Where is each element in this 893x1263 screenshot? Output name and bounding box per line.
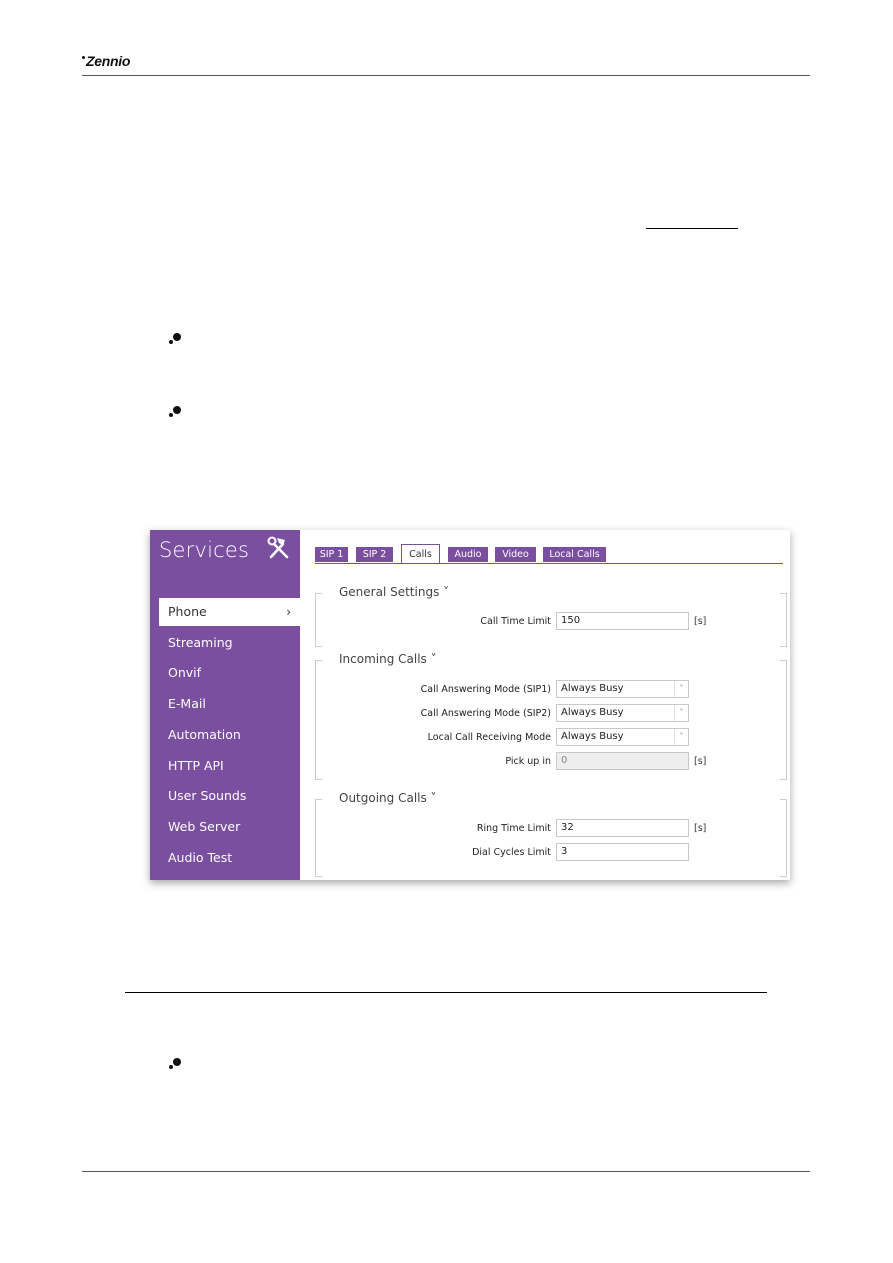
pick-up-in-input: 0	[556, 752, 689, 770]
select-value: Always Busy	[561, 683, 624, 694]
tab-sip2[interactable]: SIP 2	[356, 547, 393, 562]
tab-audio[interactable]: Audio	[448, 547, 488, 562]
form-row: Dial Cycles Limit 3	[315, 843, 787, 863]
sidebar-item-onvif[interactable]: Onvif	[159, 659, 300, 687]
form-row: Call Answering Mode (SIP1) Always Busy ˅	[315, 680, 787, 700]
call-time-limit-input[interactable]: 150	[556, 612, 689, 630]
logo-dot-icon	[82, 56, 85, 59]
sidebar-item-web-server[interactable]: Web Server	[159, 813, 300, 841]
field-label: Call Time Limit	[480, 616, 551, 627]
call-answering-mode-sip2-select[interactable]: Always Busy ˅	[556, 704, 689, 722]
tab-calls[interactable]: Calls	[401, 544, 440, 564]
brand-name: Zennio	[86, 53, 131, 69]
tab-bar-underline	[315, 563, 783, 564]
tab-sip1[interactable]: SIP 1	[315, 547, 348, 562]
unit-label: [s]	[694, 823, 707, 834]
sidebar-item-label: Phone	[168, 604, 207, 619]
sidebar-item-audio-test[interactable]: Audio Test	[159, 844, 300, 872]
sidebar-item-http-api[interactable]: HTTP API	[159, 752, 300, 780]
form-row: Pick up in 0 [s]	[315, 752, 787, 772]
sidebar-item-automation[interactable]: Automation	[159, 721, 300, 749]
sidebar-item-phone[interactable]: Phone ›	[159, 598, 300, 626]
group-title[interactable]: Outgoing Calls ˅	[337, 791, 439, 805]
local-call-receiving-mode-select[interactable]: Always Busy ˅	[556, 728, 689, 746]
chevron-down-icon[interactable]: ˅	[674, 729, 688, 745]
bullet-icon	[169, 406, 183, 420]
select-value: Always Busy	[561, 707, 624, 718]
field-label: Call Answering Mode (SIP2)	[420, 708, 551, 719]
footer-divider	[82, 1171, 810, 1172]
field-label: Pick up in	[505, 756, 551, 767]
group-title[interactable]: General Settings ˅	[337, 585, 452, 599]
select-value: Always Busy	[561, 731, 624, 742]
tab-video[interactable]: Video	[495, 547, 536, 562]
unit-label: [s]	[694, 616, 707, 627]
chevron-right-icon: ›	[286, 605, 291, 619]
dial-cycles-limit-input[interactable]: 3	[556, 843, 689, 861]
bullet-icon	[169, 333, 183, 347]
sidebar-item-user-sounds[interactable]: User Sounds	[159, 782, 300, 810]
content-pane: SIP 1 SIP 2 Calls Audio Video Local Call…	[300, 530, 790, 880]
chevron-down-icon[interactable]: ˅	[674, 681, 688, 697]
form-row: Call Time Limit 150 [s]	[315, 612, 787, 632]
field-label: Ring Time Limit	[476, 823, 551, 834]
bullet-icon	[169, 1058, 183, 1072]
sidebar-item-email[interactable]: E-Mail	[159, 690, 300, 718]
field-label: Local Call Receiving Mode	[427, 732, 551, 743]
group-general-settings: General Settings ˅ Call Time Limit 150 […	[314, 585, 788, 647]
ring-time-limit-input[interactable]: 32	[556, 819, 689, 837]
hyperlink-underline[interactable]	[646, 228, 738, 229]
web-interface-screenshot: Services Phone › Streaming Onvif E-Mail …	[150, 530, 790, 880]
unit-label: [s]	[694, 756, 707, 767]
field-label: Dial Cycles Limit	[472, 847, 551, 858]
field-label: Call Answering Mode (SIP1)	[420, 684, 551, 695]
section-divider	[125, 992, 767, 993]
form-row: Local Call Receiving Mode Always Busy ˅	[315, 728, 787, 748]
brand-logo: Zennio	[82, 53, 130, 69]
group-title[interactable]: Incoming Calls ˅	[337, 652, 439, 666]
call-answering-mode-sip1-select[interactable]: Always Busy ˅	[556, 680, 689, 698]
tools-icon	[267, 536, 289, 559]
services-sidebar: Services Phone › Streaming Onvif E-Mail …	[150, 530, 300, 880]
group-incoming-calls: Incoming Calls ˅ Call Answering Mode (SI…	[314, 652, 788, 780]
sidebar-title: Services	[159, 538, 250, 562]
group-outgoing-calls: Outgoing Calls ˅ Ring Time Limit 32 [s] …	[314, 791, 788, 877]
form-row: Ring Time Limit 32 [s]	[315, 819, 787, 839]
chevron-down-icon[interactable]: ˅	[674, 705, 688, 721]
header-divider	[82, 75, 810, 76]
sidebar-item-streaming[interactable]: Streaming	[159, 629, 300, 657]
tab-local-calls[interactable]: Local Calls	[543, 547, 606, 562]
form-row: Call Answering Mode (SIP2) Always Busy ˅	[315, 704, 787, 724]
